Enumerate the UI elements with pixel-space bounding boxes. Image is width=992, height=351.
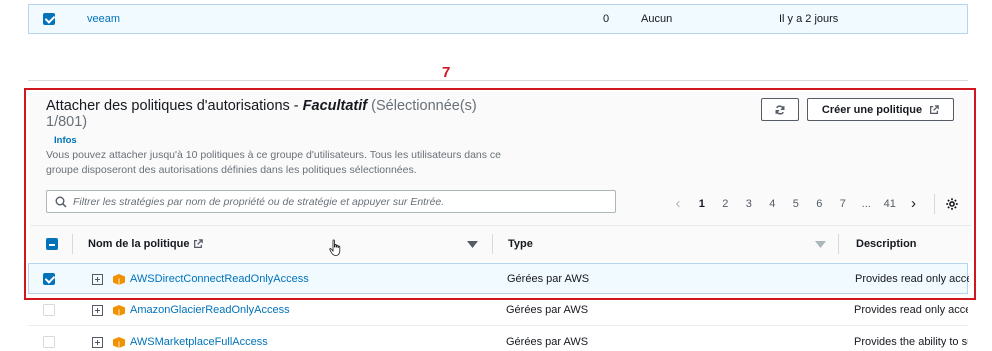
hand-cursor-icon	[329, 239, 341, 256]
policy-description: Provides read only acce	[854, 304, 968, 316]
search-icon	[55, 196, 67, 208]
policy-type: Gérées par AWS	[506, 304, 589, 316]
column-header-description[interactable]: Description	[856, 226, 917, 262]
column-header-name[interactable]: Nom de la politique	[88, 226, 204, 262]
prev-page-icon[interactable]: ‹	[666, 196, 690, 211]
aws-managed-icon	[113, 295, 125, 325]
page-ellipsis: ...	[861, 198, 871, 210]
page-7[interactable]: 7	[831, 198, 855, 210]
row-checkbox-cell	[43, 295, 55, 325]
select-all-checkbox[interactable]	[46, 238, 58, 250]
create-policy-label: Créer une politique	[821, 103, 923, 116]
sort-caret-icon[interactable]	[815, 226, 826, 262]
panel-title-main: Attacher des politiques d'autorisations …	[46, 98, 299, 114]
settings-gear-icon[interactable]	[945, 197, 959, 211]
refresh-icon	[775, 104, 785, 115]
row-checkbox[interactable]	[43, 13, 55, 25]
page-4[interactable]: 4	[761, 198, 785, 210]
expand-row-icon[interactable]	[92, 264, 103, 294]
infos-link[interactable]: Infos	[54, 135, 77, 146]
panel-title-optional: Facultatif	[302, 98, 368, 114]
annotation-step-number: 7	[442, 64, 451, 81]
external-link-icon	[194, 239, 204, 248]
search-placeholder: Filtrer les stratégies par nom de propri…	[73, 195, 445, 208]
table-row[interactable]: AmazonGlacierReadOnlyAccess Gérées par A…	[28, 295, 968, 326]
group-permissions: Aucun	[641, 13, 673, 25]
group-created-time: Il y a 2 jours	[779, 13, 839, 25]
page-2[interactable]: 2	[714, 198, 738, 210]
row-checkbox[interactable]	[43, 273, 55, 285]
table-row[interactable]: AWSMarketplaceFullAccess Gérées par AWS …	[28, 327, 968, 351]
page-3[interactable]: 3	[737, 198, 761, 210]
panel-title: Attacher des politiques d'autorisations …	[46, 98, 496, 130]
policy-name-link[interactable]: AWSMarketplaceFullAccess	[130, 327, 268, 351]
policy-type: Gérées par AWS	[506, 336, 589, 348]
user-group-row[interactable]: veeam 0 Aucun Il y a 2 jours	[28, 4, 968, 34]
aws-managed-icon	[113, 264, 125, 294]
policy-description: Provides the ability to su	[854, 336, 968, 348]
page-41[interactable]: 41	[878, 198, 902, 210]
pager-divider	[933, 194, 935, 214]
page-5[interactable]: 5	[784, 198, 808, 210]
column-header-name-label: Nom de la politique	[88, 238, 190, 250]
column-separator	[838, 234, 839, 254]
next-page-icon[interactable]: ›	[902, 196, 926, 211]
page-1[interactable]: 1	[690, 198, 714, 210]
refresh-button[interactable]	[761, 98, 799, 121]
column-separator	[492, 234, 493, 254]
sort-down-icon[interactable]	[467, 226, 478, 262]
policy-search-input[interactable]: Filtrer les stratégies par nom de propri…	[46, 190, 616, 213]
policy-name-link[interactable]: AmazonGlacierReadOnlyAccess	[130, 295, 290, 325]
page-6[interactable]: 6	[808, 198, 832, 210]
policy-name-link[interactable]: AWSDirectConnectReadOnlyAccess	[130, 264, 309, 294]
expand-row-icon[interactable]	[92, 327, 103, 351]
external-link-icon	[930, 104, 939, 114]
row-checkbox[interactable]	[43, 336, 55, 348]
group-name-link[interactable]: veeam	[87, 5, 120, 33]
select-all-cell	[46, 226, 58, 262]
aws-managed-icon	[113, 327, 125, 351]
group-user-count: 0	[603, 13, 610, 25]
expand-row-icon[interactable]	[92, 295, 103, 325]
column-separator	[72, 234, 73, 254]
table-row[interactable]: AWSDirectConnectReadOnlyAccess Gérées pa…	[28, 263, 969, 294]
pagination: ‹ 1 2 3 4 5 6 7 ... 41 ›	[666, 194, 959, 214]
row-checkbox-cell	[43, 327, 55, 351]
column-header-type[interactable]: Type	[508, 226, 533, 262]
policy-type: Gérées par AWS	[507, 273, 590, 285]
policy-description: Provides read only acce	[855, 273, 969, 285]
panel-description: Vous pouvez attacher jusqu'à 10 politiqu…	[46, 149, 502, 176]
row-checkbox-cell	[43, 5, 55, 33]
section-divider	[28, 80, 968, 81]
table-header: Nom de la politique Type Description	[30, 225, 972, 261]
row-checkbox[interactable]	[43, 304, 55, 316]
create-policy-button[interactable]: Créer une politique	[807, 98, 954, 121]
row-checkbox-cell	[43, 264, 55, 294]
